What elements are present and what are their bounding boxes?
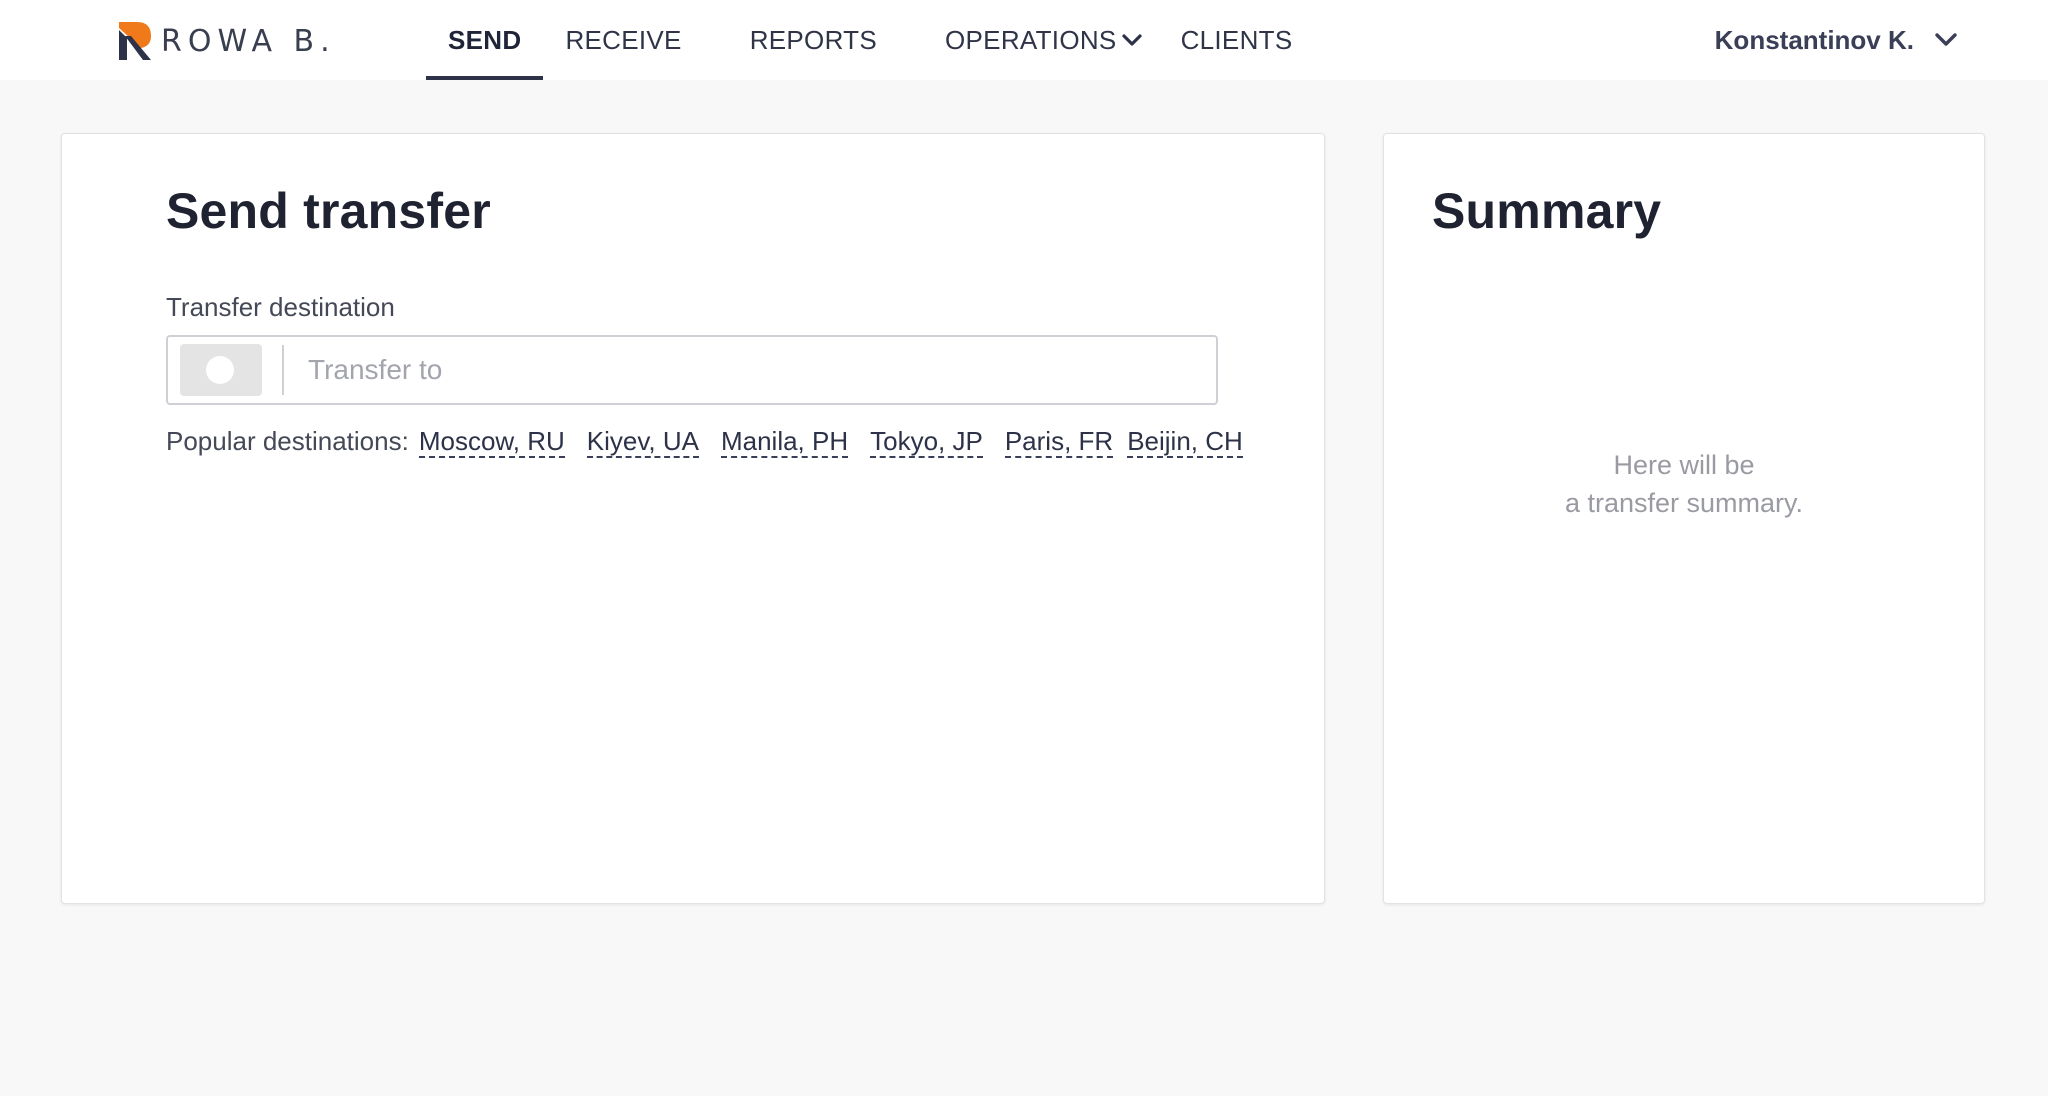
nav-tab-label: CLIENTS [1180, 24, 1293, 55]
popular-destination-link[interactable]: Kiyev, UA [586, 426, 699, 458]
send-transfer-title: Send transfer [166, 183, 491, 239]
chevron-down-icon [1935, 33, 1957, 46]
top-navigation-bar: ROWA B. SEND RECEIVE REPORTS OPERATIONS … [0, 0, 2048, 80]
brand-logo-mark-icon [119, 22, 151, 60]
nav-tab-label: OPERATIONS [945, 24, 1117, 55]
summary-placeholder-line: a transfer summary. [1564, 488, 1804, 518]
popular-destination-link[interactable]: Paris, FR [1004, 426, 1114, 458]
popular-destination-link[interactable]: Beijin, CH [1127, 426, 1243, 458]
nav-tab-operations[interactable]: OPERATIONS [899, 0, 1159, 80]
user-menu[interactable]: Konstantinov K. [1715, 20, 1960, 60]
nav-tab-reports[interactable]: REPORTS [704, 0, 899, 80]
summary-card: Summary Here will be a transfer summary. [1383, 133, 1985, 904]
brand-name: ROWA B. [161, 23, 336, 59]
send-transfer-card: Send transfer Transfer destination Popul… [61, 133, 1325, 904]
popular-destination-link[interactable]: Moscow, RU [418, 426, 565, 458]
main-nav: SEND RECEIVE REPORTS OPERATIONS CLIENTS [426, 0, 1314, 80]
popular-destination-link[interactable]: Manila, PH [720, 426, 849, 458]
transfer-destination-field [166, 335, 1218, 405]
nav-tab-label: SEND [448, 24, 522, 55]
transfer-to-input[interactable] [284, 340, 1216, 400]
chevron-down-icon [1121, 34, 1142, 46]
destination-type-toggle[interactable] [180, 344, 262, 396]
toggle-knob [206, 356, 234, 384]
transfer-destination-label: Transfer destination [166, 292, 395, 322]
nav-tab-label: REPORTS [749, 24, 878, 55]
brand-logo[interactable]: ROWA B. [117, 20, 336, 62]
summary-title: Summary [1432, 183, 1662, 239]
popular-destinations-label: Popular destinations: [166, 426, 409, 456]
nav-tab-label: RECEIVE [565, 24, 682, 55]
popular-destinations: Popular destinations: Moscow, RU Kiyev, … [166, 426, 1243, 458]
popular-destination-link[interactable]: Tokyo, JP [870, 426, 983, 458]
nav-tab-receive[interactable]: RECEIVE [543, 0, 703, 80]
summary-placeholder-text: Here will be a transfer summary. [1384, 446, 1984, 522]
nav-tab-clients[interactable]: CLIENTS [1159, 0, 1315, 80]
summary-placeholder-line: Here will be [1613, 450, 1755, 480]
user-name: Konstantinov K. [1714, 24, 1914, 55]
nav-tab-send[interactable]: SEND [426, 0, 544, 80]
